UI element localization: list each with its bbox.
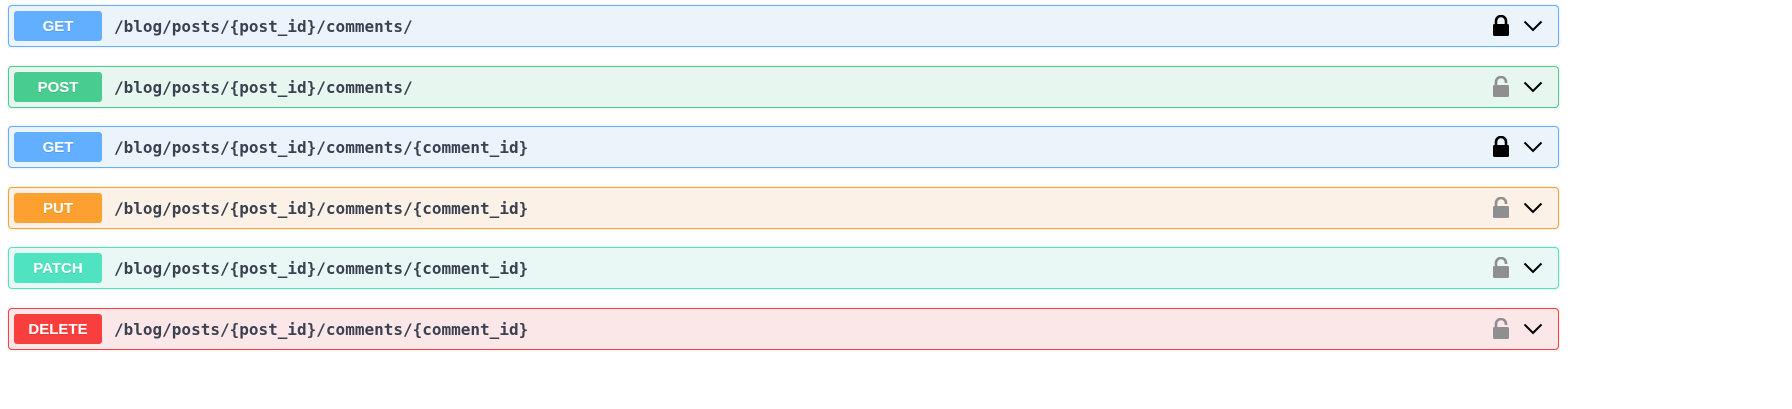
endpoint-path: /blog/posts/{post_id}/comments/{comment_… xyxy=(114,137,529,157)
lock-open-icon[interactable] xyxy=(1490,255,1512,281)
operation-put-comment[interactable]: PUT /blog/posts/{post_id}/comments/{comm… xyxy=(8,187,1559,229)
chevron-down-icon[interactable] xyxy=(1520,316,1546,342)
endpoint-path: /blog/posts/{post_id}/comments/{comment_… xyxy=(114,258,529,278)
chevron-down-icon[interactable] xyxy=(1520,134,1546,160)
endpoint-path: /blog/posts/{post_id}/comments/ xyxy=(114,77,413,97)
chevron-down-icon[interactable] xyxy=(1520,74,1546,100)
operation-delete-comment[interactable]: DELETE /blog/posts/{post_id}/comments/{c… xyxy=(8,308,1559,350)
lock-open-icon[interactable] xyxy=(1490,195,1512,221)
chevron-down-icon[interactable] xyxy=(1520,255,1546,281)
operation-get-comments[interactable]: GET /blog/posts/{post_id}/comments/ xyxy=(8,5,1559,47)
method-badge: GET xyxy=(14,132,102,162)
lock-open-icon[interactable] xyxy=(1490,74,1512,100)
endpoint-path: /blog/posts/{post_id}/comments/ xyxy=(114,16,413,36)
operation-post-comment[interactable]: POST /blog/posts/{post_id}/comments/ xyxy=(8,66,1559,108)
lock-closed-icon[interactable] xyxy=(1490,134,1512,160)
endpoint-path: /blog/posts/{post_id}/comments/{comment_… xyxy=(114,198,529,218)
lock-closed-icon[interactable] xyxy=(1490,13,1512,39)
method-badge: PUT xyxy=(14,193,102,223)
lock-open-icon[interactable] xyxy=(1490,316,1512,342)
operations-list: GET /blog/posts/{post_id}/comments/ POST… xyxy=(0,0,1792,409)
operation-patch-comment[interactable]: PATCH /blog/posts/{post_id}/comments/{co… xyxy=(8,247,1559,289)
method-badge: GET xyxy=(14,11,102,41)
endpoint-path: /blog/posts/{post_id}/comments/{comment_… xyxy=(114,319,529,339)
method-badge: DELETE xyxy=(14,314,102,344)
chevron-down-icon[interactable] xyxy=(1520,13,1546,39)
method-badge: PATCH xyxy=(14,253,102,283)
chevron-down-icon[interactable] xyxy=(1520,195,1546,221)
operation-get-comment[interactable]: GET /blog/posts/{post_id}/comments/{comm… xyxy=(8,126,1559,168)
method-badge: POST xyxy=(14,72,102,102)
